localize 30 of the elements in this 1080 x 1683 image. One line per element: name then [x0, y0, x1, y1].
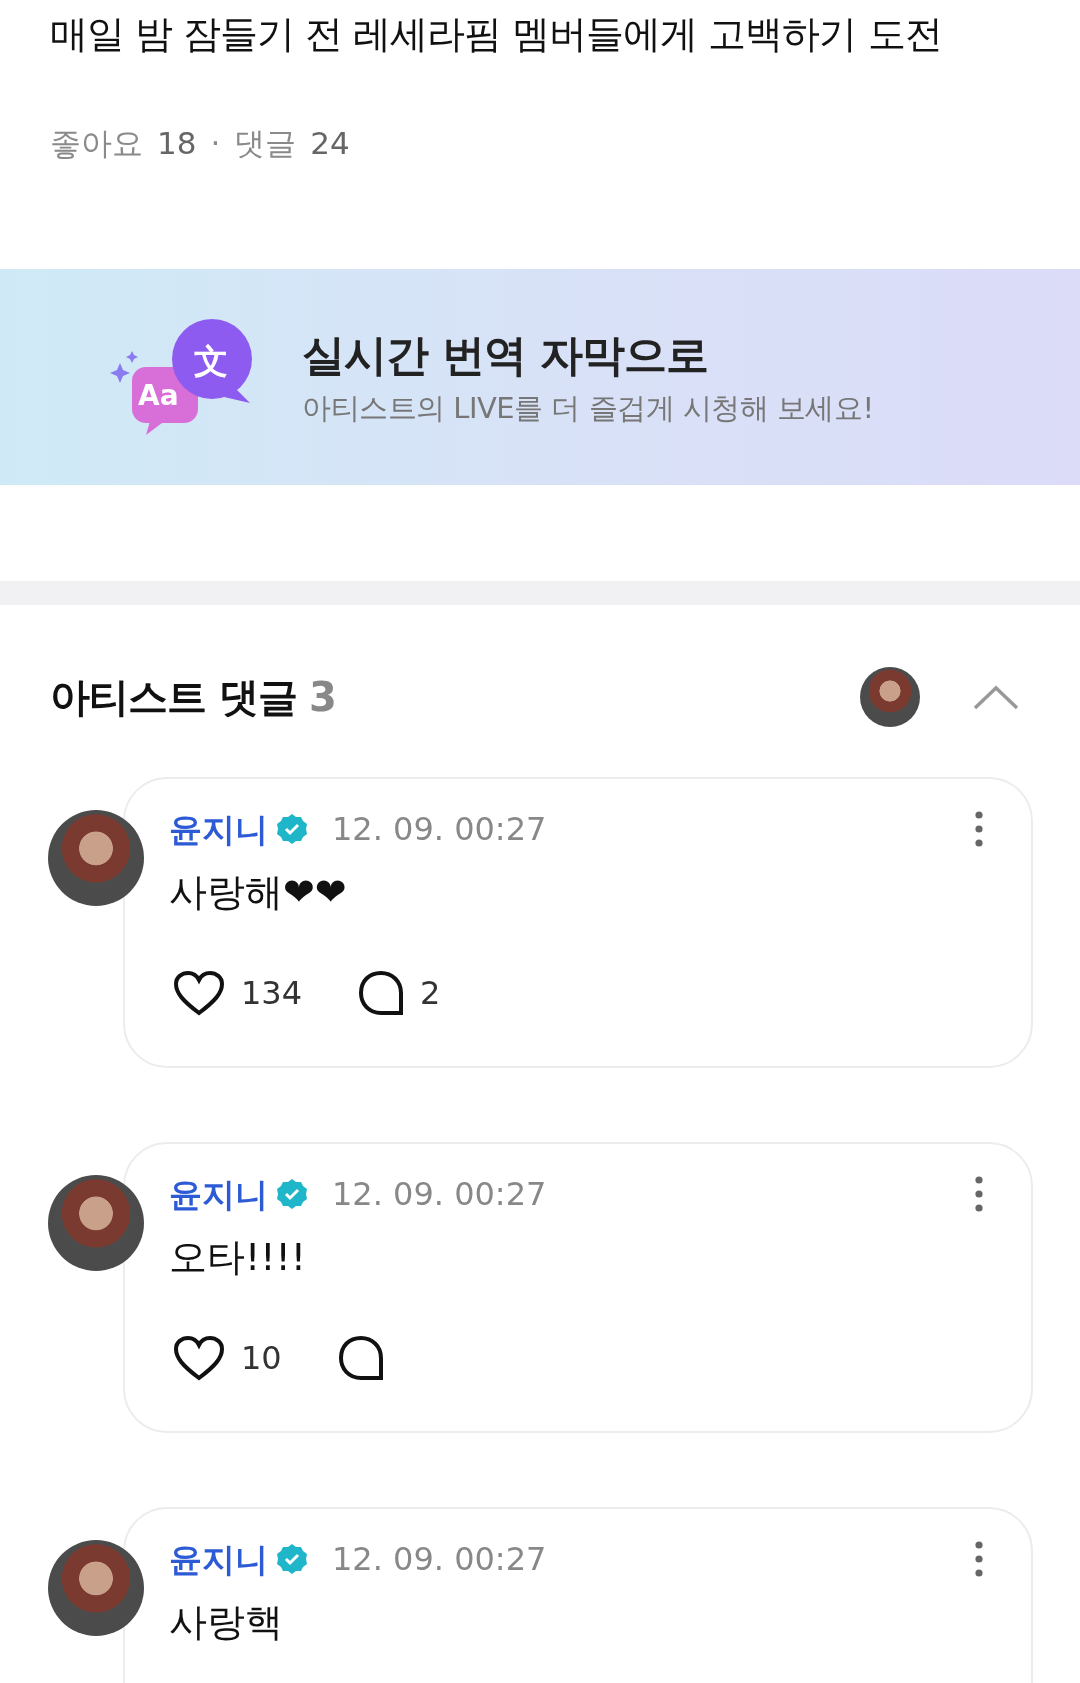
- comment-time: 12. 09. 00:27: [332, 1174, 548, 1216]
- more-options-icon: [975, 1541, 983, 1578]
- comment-text: 사랑해❤❤: [169, 869, 348, 916]
- speech-bubble-icon: [358, 970, 405, 1016]
- heart-icon: [173, 970, 225, 1016]
- section-title: 아티스트 댓글: [50, 672, 297, 722]
- author-name[interactable]: 윤지니: [169, 1169, 268, 1219]
- speech-bubble-icon: [337, 1335, 384, 1381]
- author-name[interactable]: 윤지니: [169, 1534, 268, 1584]
- more-options-icon: [975, 811, 983, 848]
- comment-count: 3: [308, 672, 337, 722]
- more-options-icon: [975, 1176, 983, 1213]
- comment-text: 사랑핵: [169, 1599, 284, 1646]
- author-name[interactable]: 윤지니: [169, 804, 268, 854]
- comment-time: 12. 09. 00:27: [332, 809, 548, 851]
- translation-banner[interactable]: Aa 文 실시간 번역 자막으로 아티스트의 LIVE를 더 즐겁게 시청해 보세요!: [0, 268, 1080, 485]
- likes-label: 좋아요: [50, 124, 143, 163]
- like-button[interactable]: 10: [169, 1334, 286, 1382]
- reply-button[interactable]: 2: [354, 969, 445, 1017]
- post-title: 매일 밤 잠들기 전 레세라핌 멤버들에게 고백하기 도전: [50, 11, 943, 58]
- comments-count: 24: [310, 124, 350, 163]
- heart-icon: [173, 1335, 225, 1381]
- separator-dot: ·: [210, 124, 221, 163]
- comment-time: 12. 09. 00:27: [332, 1539, 548, 1581]
- banner-subtitle: 아티스트의 LIVE를 더 즐겁게 시청해 보세요!: [302, 390, 874, 427]
- comment-text: 오타!!!!: [169, 1234, 307, 1281]
- comments-label: 댓글: [234, 124, 297, 163]
- banner-title: 실시간 번역 자막으로: [302, 328, 709, 382]
- likes-count: 18: [157, 124, 197, 163]
- like-button[interactable]: 134: [169, 969, 307, 1017]
